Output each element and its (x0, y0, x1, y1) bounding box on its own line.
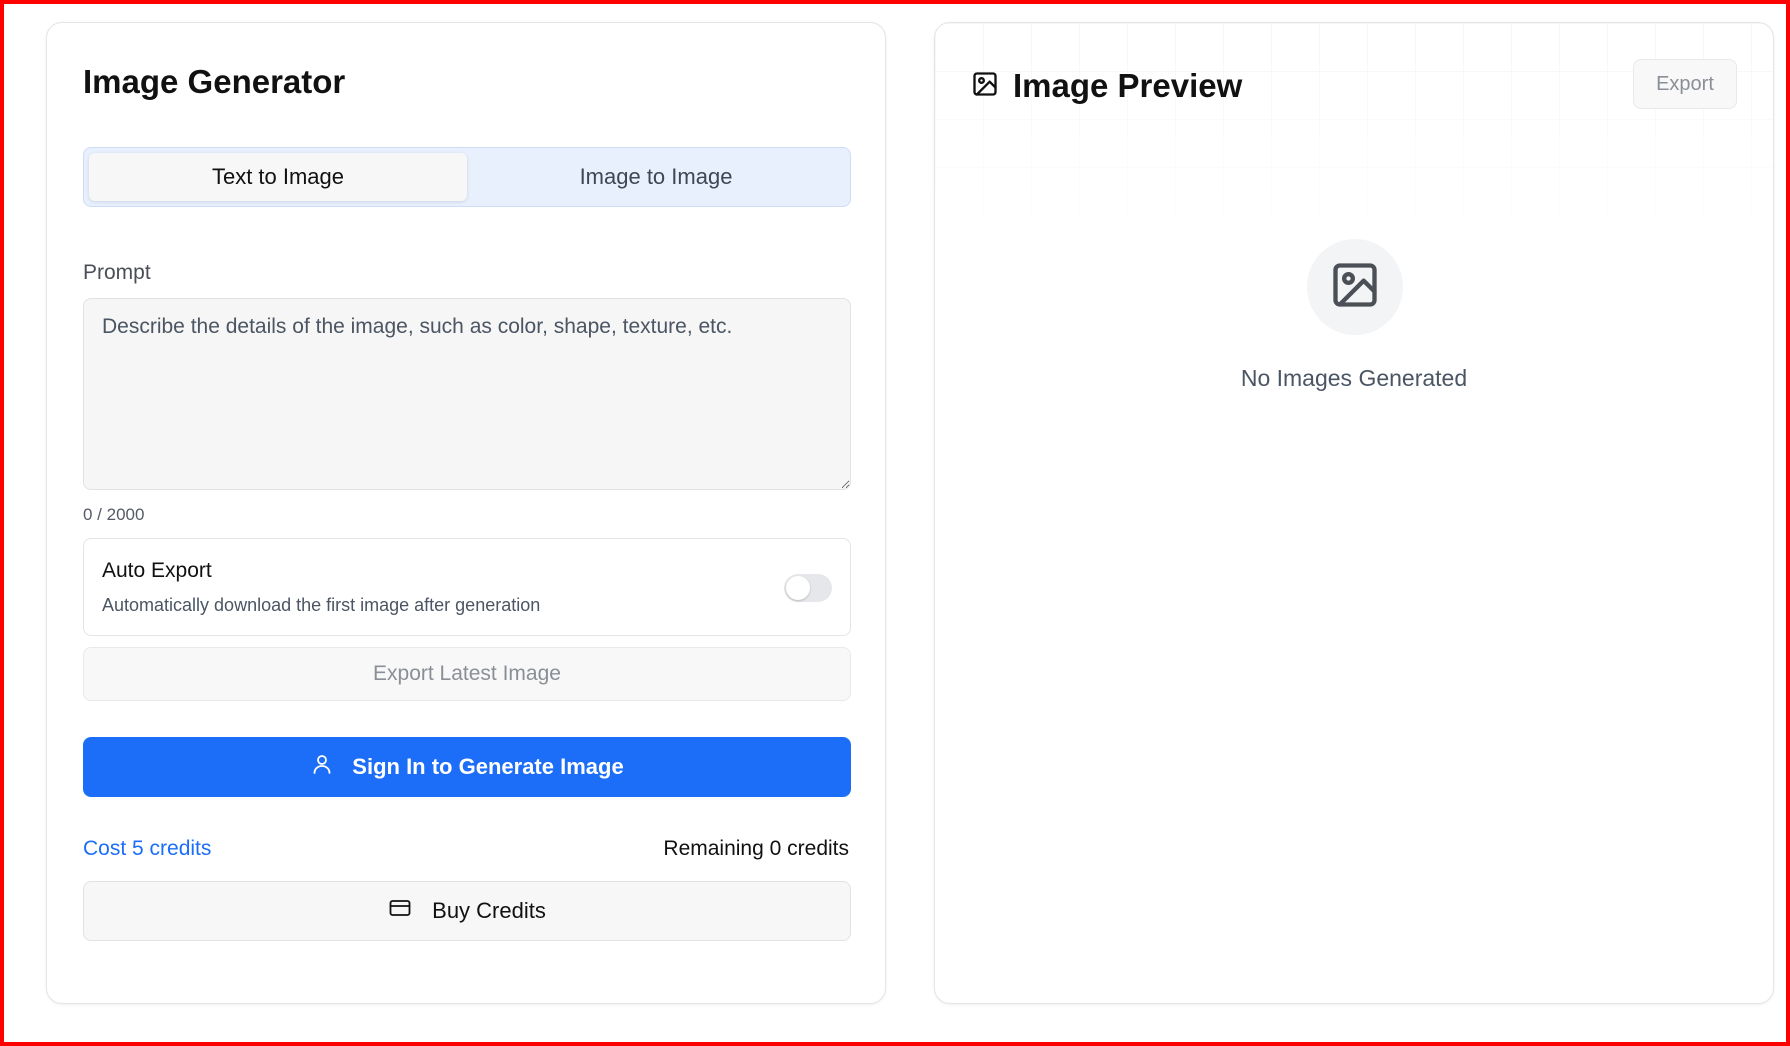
export-button[interactable]: Export (1633, 59, 1737, 109)
sign-in-label: Sign In to Generate Image (352, 754, 624, 779)
cost-credits-link[interactable]: Cost 5 credits (83, 837, 211, 861)
user-icon (310, 752, 334, 782)
prompt-char-counter: 0 / 2000 (83, 505, 145, 524)
credit-card-icon (388, 896, 412, 926)
mode-tabs: Text to Image Image to Image (83, 147, 851, 207)
sign-in-generate-button[interactable]: Sign In to Generate Image (83, 737, 851, 797)
toggle-knob (786, 576, 810, 600)
image-placeholder-icon (1329, 259, 1381, 316)
auto-export-toggle[interactable] (784, 574, 832, 602)
remaining-credits: Remaining 0 credits (663, 837, 849, 860)
empty-state-message: No Images Generated (1240, 365, 1468, 391)
tab-text-to-image[interactable]: Text to Image (89, 153, 467, 201)
auto-export-description: Automatically download the first image a… (102, 595, 541, 615)
generator-title: Image Generator (83, 63, 346, 100)
generator-panel: Image Generator Text to Image Image to I… (46, 22, 886, 1004)
auto-export-title: Auto Export (102, 559, 212, 582)
buy-credits-label: Buy Credits (432, 898, 546, 923)
decorative-grid-background (935, 23, 1773, 253)
empty-state-icon-circle (1307, 239, 1403, 335)
preview-title: Image Preview (1013, 67, 1243, 104)
buy-credits-button[interactable]: Buy Credits (83, 881, 851, 941)
preview-panel: Image Preview Export No Images Generated (934, 22, 1774, 1004)
preview-header: Image Preview (971, 67, 1242, 105)
image-icon (971, 70, 999, 103)
prompt-input[interactable] (83, 298, 851, 490)
tab-image-to-image[interactable]: Image to Image (467, 153, 845, 201)
export-latest-button[interactable]: Export Latest Image (83, 647, 851, 701)
prompt-label: Prompt (83, 261, 151, 284)
auto-export-setting: Auto Export Automatically download the f… (83, 538, 851, 636)
